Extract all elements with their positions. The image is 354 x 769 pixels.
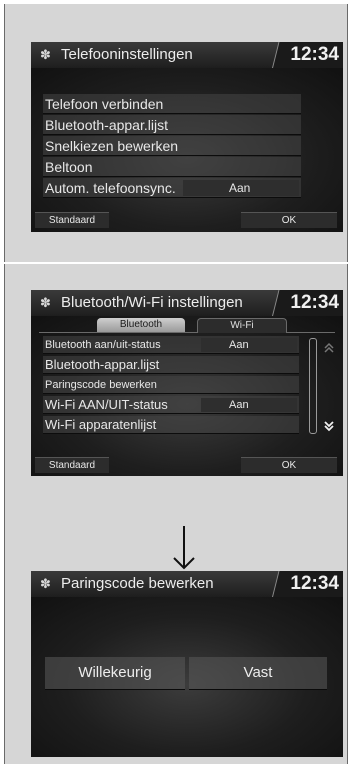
menu-item-value: Aan	[229, 339, 249, 351]
scrollbar[interactable]	[309, 338, 317, 434]
title-bar: ✽ Paringscode bewerken 12:34	[31, 571, 343, 597]
menu-item-beltoon[interactable]: Beltoon	[43, 157, 301, 177]
tab-bluetooth[interactable]: Bluetooth	[97, 318, 185, 332]
value-box	[201, 398, 297, 412]
menu-item-autom-telefoonsync[interactable]: Autom. telefoonsync. Aan	[43, 178, 301, 198]
standaard-button[interactable]: Standaard	[35, 212, 109, 228]
menu-item-label: Autom. telefoonsync.	[45, 180, 176, 196]
menu-item-wifi-apparatenlijst[interactable]: Wi-Fi apparatenlijst	[43, 416, 299, 434]
screen-phone-settings: ✽ Telefooninstellingen 12:34 Telefoon ve…	[31, 42, 343, 232]
menu-item-value: Aan	[229, 181, 251, 195]
menu-area: Telefoon verbinden Bluetooth-appar.lijst…	[31, 68, 343, 232]
down-arrow-icon	[173, 526, 195, 570]
scroll-down-icon[interactable]	[323, 420, 335, 432]
menu-item-telefoon-verbinden[interactable]: Telefoon verbinden	[43, 94, 301, 114]
option-area: Willekeurig Vast	[31, 597, 343, 757]
willekeurig-button[interactable]: Willekeurig	[45, 657, 185, 690]
menu-area: Bluetooth Wi-Fi Bluetooth aan/uit-status…	[31, 316, 343, 476]
menu-item-label: Bluetooth-appar.lijst	[45, 357, 160, 372]
menu-item-bluetooth-appar-lijst[interactable]: Bluetooth-appar.lijst	[43, 115, 301, 135]
tab-strip	[39, 332, 335, 333]
menu-item-label: Bluetooth-appar.lijst	[45, 117, 168, 133]
menu-item-label: Snelkiezen bewerken	[45, 138, 179, 154]
screen-bluetooth-wifi: ✽ Bluetooth/Wi-Fi instellingen 12:34 Blu…	[31, 290, 343, 476]
menu-item-label: Telefoon verbinden	[45, 96, 164, 112]
scroll-up-icon[interactable]	[323, 342, 335, 354]
menu-item-label: Beltoon	[45, 159, 93, 175]
clock: 12:34	[290, 44, 339, 65]
menu-item-wifi-status[interactable]: Wi-Fi AAN/UIT-status Aan	[43, 396, 299, 414]
menu-item-bluetooth-status[interactable]: Bluetooth aan/uit-status Aan	[43, 336, 299, 354]
menu-item-paringscode-bewerken[interactable]: Paringscode bewerken	[43, 376, 299, 394]
panel-bluetooth-wifi: ✽ Bluetooth/Wi-Fi instellingen 12:34 Blu…	[4, 264, 348, 764]
menu-item-bluetooth-appar-lijst[interactable]: Bluetooth-appar.lijst	[43, 356, 299, 374]
screen-paringscode: ✽ Paringscode bewerken 12:34 Willekeurig…	[31, 571, 343, 757]
menu-item-label: Paringscode bewerken	[45, 379, 157, 391]
title-bar: ✽ Telefooninstellingen 12:34	[31, 42, 343, 68]
menu-item-label: Wi-Fi apparatenlijst	[45, 417, 157, 432]
gear-icon: ✽	[40, 295, 51, 310]
panel-phone-settings: ✽ Telefooninstellingen 12:34 Telefoon ve…	[4, 4, 348, 262]
menu-item-value: Aan	[229, 399, 249, 411]
ok-button[interactable]: OK	[241, 212, 337, 228]
menu-item-label: Bluetooth aan/uit-status	[45, 339, 161, 351]
tab-wifi[interactable]: Wi-Fi	[197, 318, 287, 333]
menu-item-label: Wi-Fi AAN/UIT-status	[45, 397, 168, 412]
ok-button[interactable]: OK	[241, 457, 337, 473]
clock: 12:34	[290, 573, 339, 594]
standaard-button[interactable]: Standaard	[35, 457, 109, 473]
menu-item-snelkiezen-bewerken[interactable]: Snelkiezen bewerken	[43, 136, 301, 156]
screen-title: Paringscode bewerken	[61, 575, 214, 592]
screen-title: Bluetooth/Wi-Fi instellingen	[61, 294, 243, 311]
gear-icon: ✽	[40, 576, 51, 591]
title-bar: ✽ Bluetooth/Wi-Fi instellingen 12:34	[31, 290, 343, 316]
clock: 12:34	[290, 292, 339, 313]
value-box	[201, 338, 297, 352]
screen-title: Telefooninstellingen	[61, 46, 193, 63]
vast-button[interactable]: Vast	[189, 657, 327, 690]
gear-icon: ✽	[40, 47, 51, 62]
